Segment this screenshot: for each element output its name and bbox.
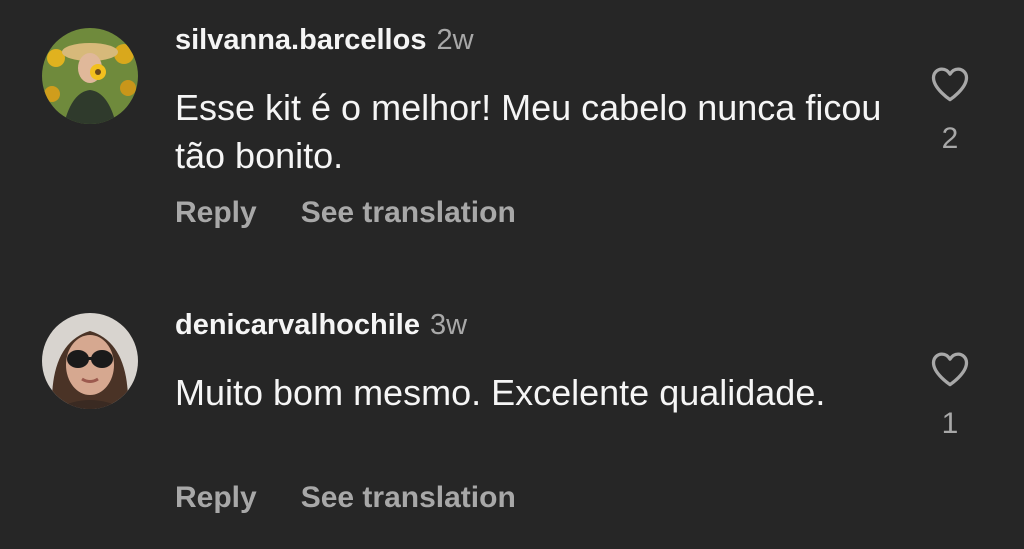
comment-item: denicarvalhochile 3w Muito bom mesmo. Exc… <box>0 285 1024 535</box>
reply-button[interactable]: Reply <box>175 196 257 229</box>
comment-text: Esse kit é o melhor! Meu cabelo nunca fi… <box>175 87 882 176</box>
comment-timestamp: 2w <box>436 24 474 56</box>
comment-actions: Reply See translation <box>175 481 516 515</box>
comment-timestamp: 3w <box>430 309 468 341</box>
comment-text: Muito bom mesmo. Excelente qualidade. <box>175 372 826 413</box>
see-translation-button[interactable]: See translation <box>301 196 516 229</box>
comment-author[interactable]: denicarvalhochile 3w <box>175 309 467 342</box>
username[interactable]: denicarvalhochile <box>175 309 420 341</box>
comment-actions: Reply See translation <box>175 196 516 230</box>
heart-outline-icon[interactable] <box>928 347 972 391</box>
reply-button[interactable]: Reply <box>175 481 257 514</box>
comment-author[interactable]: silvanna.barcellos 2w <box>175 24 474 57</box>
comment-item: silvanna.barcellos 2w Esse kit é o melhor… <box>0 0 1024 250</box>
username[interactable]: silvanna.barcellos <box>175 24 426 56</box>
heart-outline-icon[interactable] <box>928 62 972 106</box>
avatar[interactable] <box>42 313 138 409</box>
avatar[interactable] <box>42 28 138 124</box>
see-translation-button[interactable]: See translation <box>301 481 516 514</box>
like-count: 1 <box>941 407 959 440</box>
like-count: 2 <box>941 122 959 155</box>
